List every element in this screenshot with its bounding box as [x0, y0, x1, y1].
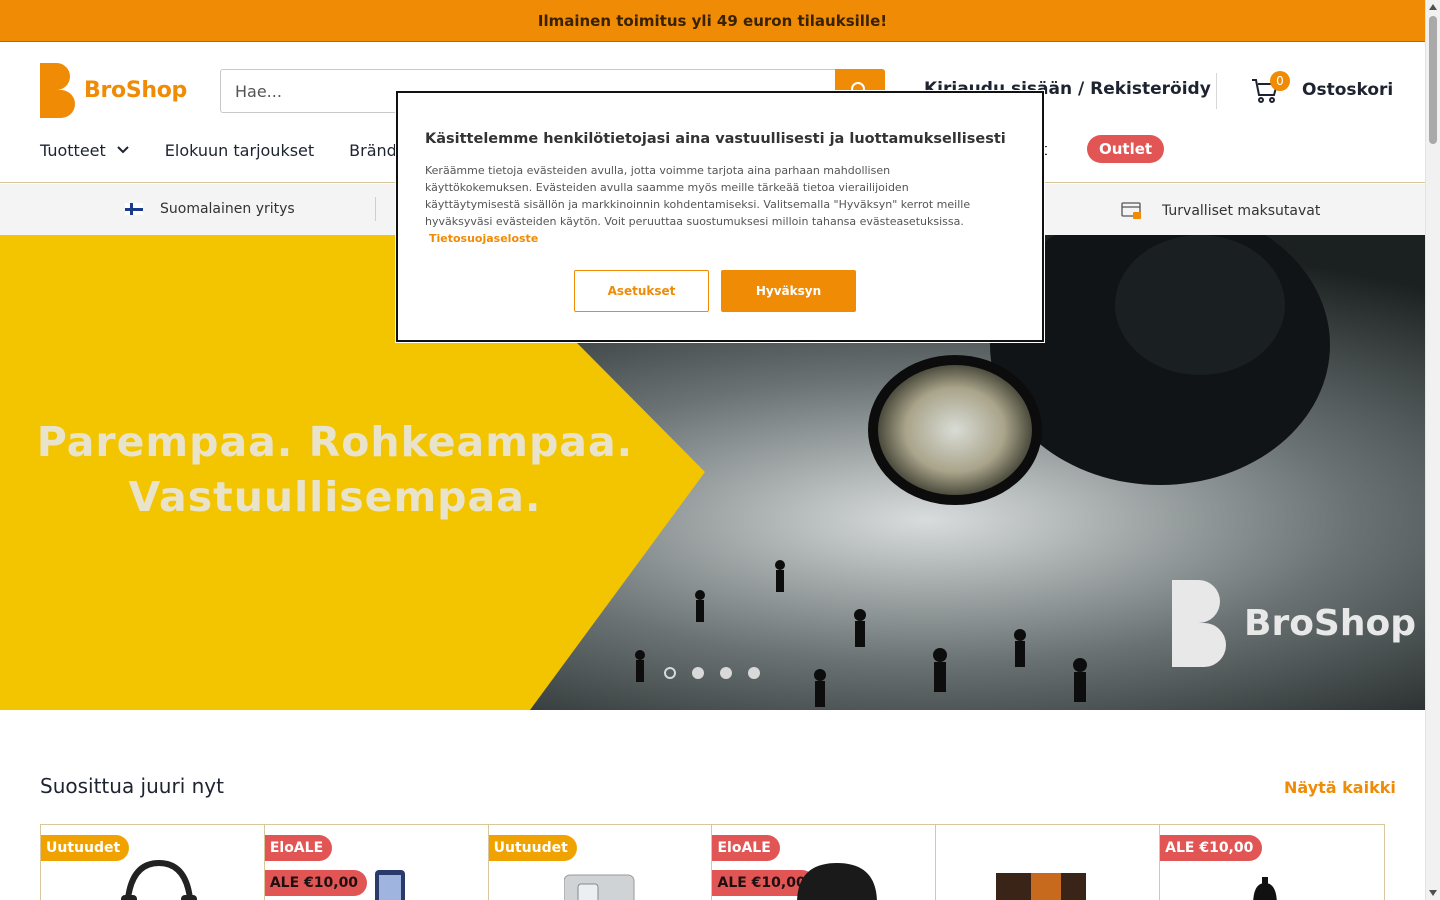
page-scrollbar[interactable] — [1425, 0, 1440, 900]
scroll-down-icon[interactable] — [1429, 890, 1437, 896]
sale-badge: ALE €10,00 — [1160, 835, 1263, 861]
cookie-settings-button[interactable]: Asetukset — [574, 270, 709, 312]
hero-line-2: Vastuullisempaa. — [128, 473, 542, 521]
brand-logo[interactable]: BroShop — [40, 63, 187, 118]
product-card[interactable]: Uutuudet — [41, 825, 265, 900]
hero-headline: Parempaa. Rohkeampaa. Vastuullisempaa. — [30, 415, 640, 525]
bell-image — [1253, 877, 1277, 900]
view-all-link[interactable]: Näytä kaikki — [1284, 778, 1396, 797]
header-divider — [1216, 73, 1217, 109]
product-row: Uutuudet EloALE ALE €10,00 Uutuudet EloA… — [40, 824, 1385, 900]
cookie-dialog-body: Keräämme tietoja evästeiden avulla, jott… — [425, 162, 985, 247]
cart-count-badge: 0 — [1270, 71, 1290, 91]
logo-text: BroShop — [84, 78, 188, 103]
carousel-dots — [664, 667, 776, 679]
product-badge: EloALE — [264, 835, 333, 861]
scrollbar-thumb[interactable] — [1429, 16, 1437, 144]
sale-badge: ALE €10,00 — [264, 870, 368, 896]
trust-divider — [375, 197, 376, 221]
hero-brand-text: BroShop — [1244, 603, 1416, 644]
carousel-dot-3[interactable] — [720, 667, 732, 679]
cart-icon: 0 — [1250, 71, 1290, 105]
product-card[interactable]: EloALE ALE €10,00 — [264, 825, 489, 900]
cart-label: Ostoskori — [1302, 80, 1394, 100]
nav-item-outlet[interactable]: Outlet — [1087, 135, 1165, 163]
trust-label: Suomalainen yritys — [160, 201, 295, 217]
product-card[interactable]: ALE €10,00 — [1160, 825, 1384, 900]
hero-brand-logo: BroShop — [1172, 580, 1416, 667]
product-card[interactable] — [936, 825, 1161, 900]
cart-link[interactable]: 0 Ostoskori — [1250, 71, 1394, 105]
nav-item-products[interactable]: Tuotteet — [40, 141, 130, 160]
action-camera-image — [563, 874, 635, 900]
logo-mark-icon — [40, 63, 75, 118]
headphones-image — [121, 859, 197, 900]
cookie-consent-dialog: Käsittelemme henkilötietojasi aina vastu… — [396, 91, 1044, 342]
carousel-dot-2[interactable] — [692, 667, 704, 679]
product-badge: Uutuudet — [41, 835, 130, 861]
carousel-dot-4[interactable] — [748, 667, 760, 679]
finland-flag-icon — [125, 203, 143, 215]
section-title: Suosittua juuri nyt — [40, 774, 224, 798]
announcement-bar: Ilmainen toimitus yli 49 euron tilauksil… — [0, 0, 1425, 42]
announcement-text: Ilmainen toimitus yli 49 euron tilauksil… — [537, 11, 888, 30]
nav-item-august-deals[interactable]: Elokuun tarjoukset — [165, 141, 314, 160]
phone-image — [374, 870, 405, 900]
nav-item-label: Tuotteet — [40, 140, 106, 160]
product-card[interactable]: EloALE ALE €10,00 — [712, 825, 937, 900]
product-badge: Uutuudet — [488, 835, 577, 861]
trust-item-finnish: Suomalainen yritys — [125, 201, 295, 217]
main-nav: Tuotteet Elokuun tarjoukset Brändit — [40, 135, 443, 165]
secure-payment-icon — [1121, 202, 1141, 219]
trust-item-payments: Turvalliset maksutavat — [1121, 201, 1320, 221]
chevron-down-icon — [117, 146, 129, 154]
carousel-dot-1[interactable] — [664, 667, 676, 679]
cookie-accept-button[interactable]: Hyväksyn — [721, 270, 856, 312]
hero-line-1: Parempaa. Rohkeampaa. — [36, 418, 634, 466]
scroll-up-icon[interactable] — [1429, 4, 1437, 10]
product-badge: EloALE — [712, 835, 780, 861]
helmet-image — [797, 863, 878, 900]
hero-logo-mark-icon — [1172, 580, 1226, 667]
trust-label: Turvalliset maksutavat — [1162, 203, 1321, 219]
cookie-dialog-title: Käsittelemme henkilötietojasi aina vastu… — [425, 131, 1006, 147]
privacy-policy-link[interactable]: Tietosuojaseloste — [429, 232, 538, 245]
nav-item-label: Elokuun tarjoukset — [164, 140, 315, 160]
cookie-dialog-text: Keräämme tietoja evästeiden avulla, jott… — [425, 164, 971, 228]
product-card[interactable]: Uutuudet — [488, 825, 713, 900]
speaker-image — [996, 873, 1087, 900]
